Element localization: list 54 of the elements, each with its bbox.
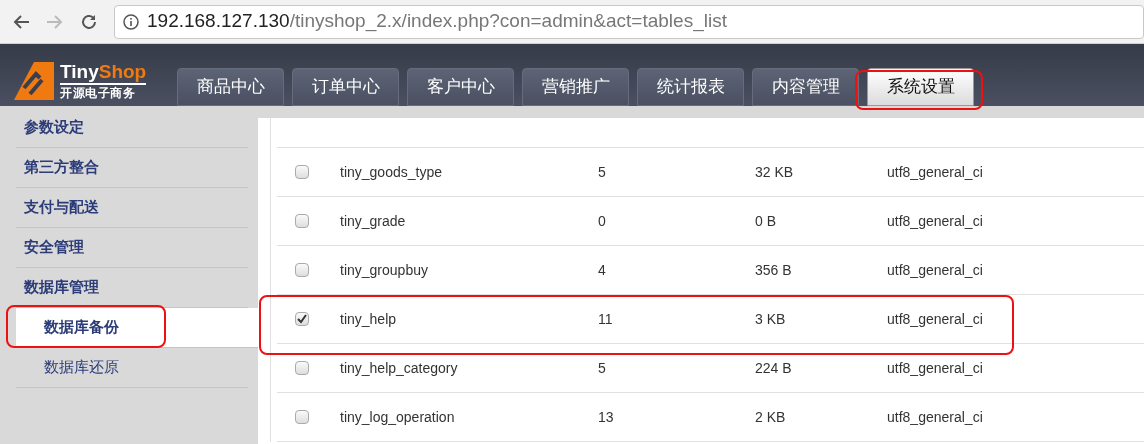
- table-cell-text: tiny_groupbuy: [340, 260, 429, 280]
- reload-icon[interactable]: [80, 12, 98, 31]
- url-host: 192.168.127.130: [147, 10, 290, 32]
- row-checkbox[interactable]: [295, 165, 309, 179]
- nav-tab[interactable]: 系统设置: [867, 68, 974, 106]
- logo[interactable]: TinyShop 开源电子商务: [12, 58, 172, 102]
- table-cell-text: utf8_general_ci: [887, 407, 984, 427]
- sidebar-item[interactable]: 第三方整合: [16, 148, 248, 188]
- address-bar[interactable]: 192.168.127.130/tinyshop_2.x/index.php?con=admin&act=tables_list: [114, 4, 1144, 39]
- back-icon[interactable]: [12, 13, 30, 30]
- table-cell-text: 11: [598, 309, 614, 329]
- nav-tab[interactable]: 内容管理: [752, 68, 859, 106]
- table-cell-text: tiny_goods_type: [340, 162, 443, 182]
- nav-tab[interactable]: 订单中心: [292, 68, 399, 106]
- table-cell-text: utf8_general_ci: [887, 211, 984, 231]
- table-cell-text: utf8_general_ci: [887, 162, 984, 182]
- table-cell-text: 224 B: [755, 358, 793, 378]
- row-checkbox[interactable]: [295, 312, 309, 326]
- table-cell-text: 0 B: [755, 211, 777, 231]
- table-cell-text: utf8_general_ci: [887, 358, 984, 378]
- logo-text: Tiny: [60, 60, 99, 82]
- table-cell-text: tiny_help: [340, 309, 398, 329]
- nav-tab[interactable]: 统计报表: [637, 68, 744, 106]
- forward-icon[interactable]: [46, 13, 64, 30]
- table-cell-text: 3 KB: [755, 309, 787, 329]
- sidebar-item[interactable]: 数据库备份: [16, 308, 258, 348]
- table-cell-text: utf8_general_ci: [887, 309, 984, 329]
- logo-tagline: 开源电子商务: [60, 86, 137, 99]
- nav-tab[interactable]: 营销推广: [522, 68, 629, 106]
- nav-tab[interactable]: 商品中心: [177, 68, 284, 106]
- table-cell-text: 5: [598, 358, 607, 378]
- info-icon: [123, 13, 139, 30]
- sidebar-item[interactable]: 数据库还原: [16, 348, 248, 388]
- table-cell-text: utf8_general_ci: [887, 260, 984, 280]
- row-checkbox[interactable]: [295, 410, 309, 424]
- url-path: /tinyshop_2.x/index.php?con=admin&act=tables_list: [289, 10, 727, 32]
- table-cell-text: tiny_help_category: [340, 358, 459, 378]
- table-cell-text: 356 B: [755, 260, 793, 280]
- sidebar-item[interactable]: 支付与配送: [16, 188, 248, 228]
- row-checkbox[interactable]: [295, 361, 309, 375]
- table-cell-text: tiny_log_operation: [340, 407, 456, 427]
- table-cell-text: tiny_grade: [340, 211, 407, 231]
- table-cell-text: 32 KB: [755, 162, 795, 182]
- table-cell-text: 13: [598, 407, 615, 427]
- table-cell-text: 0: [598, 211, 607, 231]
- nav-tab[interactable]: 客户中心: [407, 68, 514, 106]
- table-cell-text: 2 KB: [755, 407, 787, 427]
- row-checkbox[interactable]: [295, 263, 309, 277]
- sidebar-item[interactable]: 参数设定: [16, 108, 248, 148]
- logo-text: Shop: [98, 60, 147, 82]
- sidebar-item[interactable]: 安全管理: [16, 228, 248, 268]
- row-checkbox[interactable]: [295, 214, 309, 228]
- table-cell-text: 5: [598, 162, 607, 182]
- table-cell-text: 4: [598, 260, 607, 280]
